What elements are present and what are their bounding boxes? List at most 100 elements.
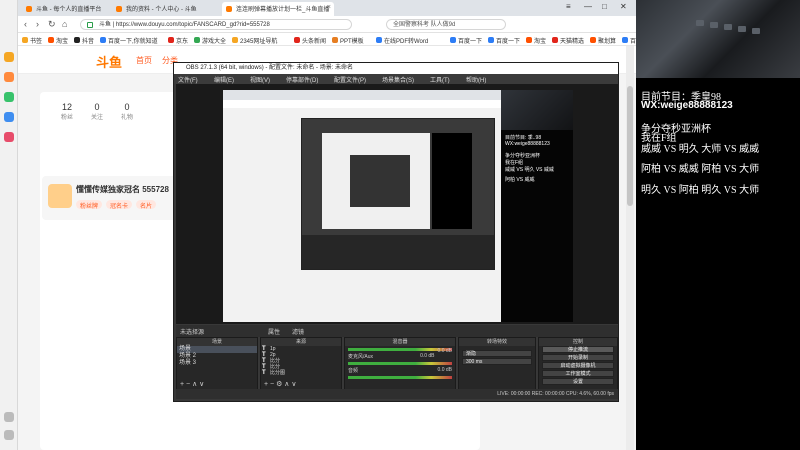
tab-fancard[interactable]: 连连刷弹幕播放计划一栏_斗鱼直播 × (222, 2, 334, 16)
bookmark-item[interactable]: 百度一下 (488, 36, 520, 45)
browser-tab-bar: 斗鱼 - 每个人的直播平台 我的资料 - 个人中心 - 斗鱼 连连刷弹幕播放计划… (18, 0, 636, 16)
overlay-preview-line: 目前节目: 季..98 (505, 135, 542, 141)
obs-source-toolbar: 未选择源 属性 滤镜 (176, 325, 618, 337)
transition-select[interactable]: 渐隐 (462, 350, 532, 357)
obs-menu-item[interactable]: 场景集合(S) (382, 75, 414, 84)
obs-menu-item[interactable]: 文件(F) (178, 75, 198, 84)
nav-home[interactable]: 首页 (136, 55, 152, 66)
bookmark-item[interactable]: 淘宝 (48, 36, 68, 45)
page-scrollbar[interactable] (626, 46, 634, 450)
obs-preview[interactable]: 目前节目: 季..98 WX:weige88888123 争分夺秒亚洲杯 我在F… (176, 84, 618, 324)
close-window-icon[interactable]: ✕ (620, 2, 627, 11)
transition-duration[interactable]: 300 ms (462, 358, 532, 365)
obs-menu-item[interactable]: 视图(V) (250, 75, 270, 84)
chip-namecard[interactable]: 名片 (136, 200, 157, 210)
stat-fans: 12 粉丝 (54, 102, 80, 121)
overlay-match: 阿柏 VS 威威 阿柏 VS 大师 (641, 164, 760, 175)
scene-item[interactable]: 场景 2 (177, 353, 257, 360)
obs-window: OBS 27.1.3 (64 bit, windows) - 配置文件: 未命名… (173, 62, 619, 402)
settings-button[interactable]: 设置 (542, 378, 614, 385)
bookmark-item[interactable]: 淘宝 (526, 36, 546, 45)
stat-follow: 0 关注 (84, 102, 110, 121)
close-tab-icon[interactable]: × (327, 4, 331, 11)
bookmark-item[interactable]: 书签 (22, 36, 42, 45)
bookmark-item[interactable]: PPT模板 (332, 36, 364, 45)
stop-streaming-button[interactable]: 停止推流 (542, 346, 614, 353)
bookmark-item[interactable]: 头条新闻 (294, 36, 326, 45)
app-icon-5[interactable] (4, 132, 14, 142)
scrollbar-thumb[interactable] (627, 86, 633, 206)
camera-feed (636, 0, 800, 78)
studio-mode-button[interactable]: 工作室模式 (542, 370, 614, 377)
no-source-selected: 未选择源 (180, 330, 205, 336)
menu-icon[interactable]: ≡ (566, 2, 571, 11)
overlay-wx: WX:weige88888123 (641, 100, 733, 111)
filters-button[interactable]: 滤镜 (292, 327, 304, 336)
bookmark-item[interactable]: 京东 (168, 36, 188, 45)
minimize-icon[interactable]: — (584, 2, 592, 11)
volume-meter (348, 348, 452, 351)
arcade-button (696, 20, 704, 26)
secure-label: 斗鱼 (99, 22, 112, 28)
bookmarks-bar: 书签 淘宝 抖音 百度一下,你就知道 京东 游戏大全 2345网址导航 头条新闻 PPT模板 在线… (18, 33, 762, 46)
douyu-favicon (116, 6, 122, 12)
search-input[interactable]: 全国警察科考 队人做9d (386, 19, 506, 30)
add-scene-icon[interactable]: + − ∧ ∨ (180, 380, 204, 388)
mixer-level: 0.0 dB (420, 353, 435, 359)
obs-menu-item[interactable]: 工具(T) (430, 75, 450, 84)
bookmark-item[interactable]: 百度一下 (450, 36, 482, 45)
properties-button[interactable]: 属性 (268, 327, 280, 336)
mixer-header: 混音器 (345, 338, 455, 346)
add-source-icon[interactable]: + − ⚙ ∧ ∨ (264, 380, 296, 388)
bookmark-item[interactable]: 天猫精选 (552, 36, 584, 45)
douyu-logo[interactable]: 斗鱼 (96, 52, 122, 71)
add-app-icon[interactable] (4, 412, 14, 422)
start-recording-button[interactable]: 开始录制 (542, 354, 614, 361)
app-icon-3[interactable] (4, 92, 14, 102)
scene-item[interactable]: 场景 3 (177, 360, 257, 367)
obs-menu-item[interactable]: 停靠部件(D) (286, 75, 318, 84)
source-item[interactable]: 比分图 (261, 370, 341, 376)
fancard-title: 懂懂传媒独家冠名 555728 (76, 185, 169, 194)
virtual-camera-button[interactable]: 启动虚拟摄像机 (542, 362, 614, 369)
tab-profile[interactable]: 我的资料 - 个人中心 - 斗鱼 (112, 2, 212, 16)
app-icon-2[interactable] (4, 72, 14, 82)
bookmark-item[interactable]: 2345网址导航 (232, 36, 277, 45)
home-icon[interactable]: ⌂ (62, 19, 67, 29)
sources-panel: 来源 1p 2p 比分 比分 比分图 + − ⚙ ∧ ∨ (260, 337, 342, 391)
mixer-panel: 混音器 0.0 dB 麦克风/Aux 0.0 dB 音频 0.0 dB (344, 337, 456, 391)
obs-menu-item[interactable]: 帮助(H) (466, 75, 486, 84)
bookmark-item[interactable]: 百度一下,你就知道 (100, 36, 158, 45)
obs-menu-bar: 文件(F) 编辑(E) 视图(V) 停靠部件(D) 配置文件(P) 场景集合(S) 工具(T… (174, 74, 618, 84)
back-icon[interactable]: ‹ (24, 19, 27, 29)
controls-panel: 控制 停止推流 开始录制 启动虚拟摄像机 工作室模式 设置 (538, 337, 618, 391)
mixer-channel-2: 麦克风/Aux 0.0 dB (345, 353, 455, 360)
bookmark-item[interactable]: 抖音 (74, 36, 94, 45)
obs-dock: 场景 场景 场景 2 场景 3 + − ∧ ∨ 来源 1p 2p 比分 比分 比… (176, 337, 618, 391)
forward-icon[interactable]: › (36, 19, 39, 29)
volume-meter (348, 376, 452, 379)
obs-menu-item[interactable]: 配置文件(P) (334, 75, 366, 84)
tab-douyu-home[interactable]: 斗鱼 - 每个人的直播平台 (22, 2, 102, 16)
reload-icon[interactable]: ↻ (48, 19, 56, 30)
chip-badge[interactable]: 粉丝牌 (76, 200, 103, 210)
douyu-favicon (26, 6, 32, 12)
tab-label: 我的资料 - 个人中心 - 斗鱼 (126, 7, 197, 13)
url-input[interactable]: 斗鱼 | https://www.douyu.com/topic/FANSCAR… (80, 19, 352, 30)
nested-tab-bar (223, 90, 501, 100)
bookmark-item[interactable]: 游戏大全 (194, 36, 226, 45)
app-icon-4[interactable] (4, 112, 14, 122)
bookmark-item[interactable]: 聚划算 (590, 36, 616, 45)
bookmark-item[interactable]: 在线PDF转Word (376, 36, 428, 45)
maximize-icon[interactable]: □ (602, 2, 607, 11)
settings-icon[interactable] (4, 430, 14, 440)
scenes-panel: 场景 场景 场景 2 场景 3 + − ∧ ∨ (176, 337, 258, 391)
stat-label: 粉丝 (60, 115, 73, 121)
obs-menu-item[interactable]: 编辑(E) (214, 75, 234, 84)
fancard[interactable]: 懂懂传媒独家冠名 555728 粉丝牌 冠名卡 名片 (42, 176, 192, 220)
chip-card[interactable]: 冠名卡 (106, 200, 133, 210)
app-icon-1[interactable] (4, 52, 14, 62)
overlay-preview-line: 我在F组 (505, 160, 524, 166)
scene-item[interactable]: 场景 (177, 346, 257, 353)
tab-label: 斗鱼 - 每个人的直播平台 (36, 7, 102, 13)
